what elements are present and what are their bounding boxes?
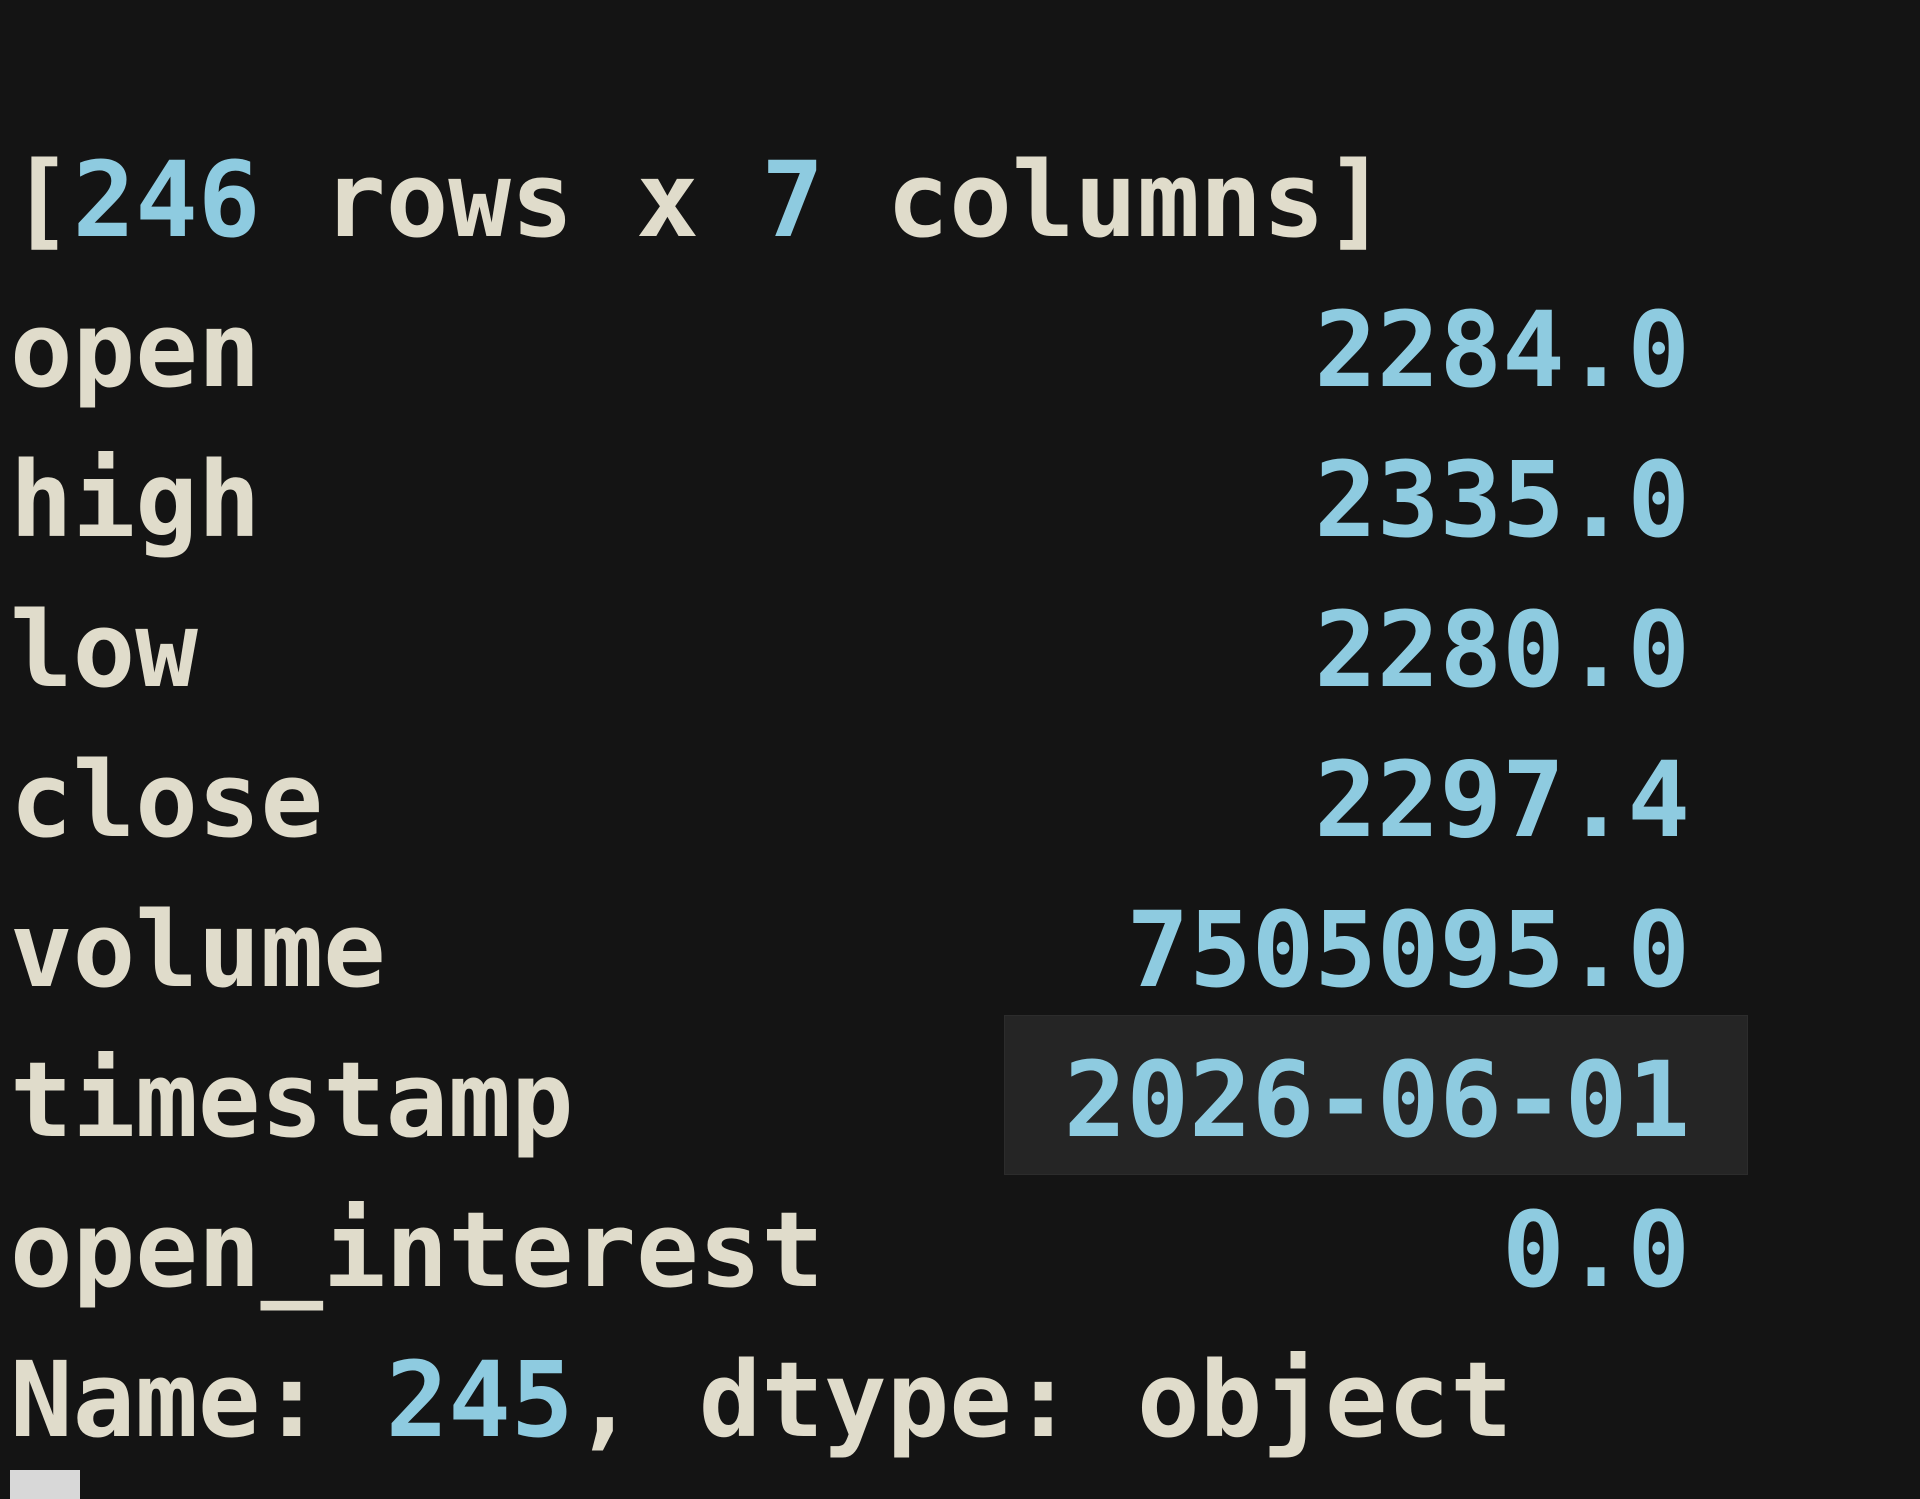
bracket-open: [ (10, 139, 73, 261)
field-name: low (10, 589, 198, 711)
columns-label: columns (824, 139, 1325, 261)
field-name: close (10, 739, 324, 861)
field-name: open (10, 289, 261, 411)
field-name: timestamp (10, 1039, 574, 1161)
rows-label: rows x (260, 139, 762, 261)
series-row-close: close 2297.4 (10, 725, 1690, 875)
row-count: 246 (72, 139, 261, 261)
series-footer: Name: 245, dtype: object (10, 1325, 1513, 1475)
field-name: high (10, 439, 261, 561)
dtype-label: , dtype: object (573, 1339, 1513, 1461)
field-name: open_interest (10, 1189, 824, 1311)
field-value: 2297.4 (1314, 739, 1690, 861)
series-row-timestamp[interactable]: timestamp 2026-06-01 (10, 1025, 1690, 1175)
dataframe-shape-summary: [246 rows x 7 columns] (10, 125, 1388, 275)
text-cursor (10, 1470, 80, 1499)
field-value: 7505095.0 (1126, 889, 1690, 1011)
series-row-open-interest: open_interest 0.0 (10, 1175, 1690, 1325)
series-row-volume: volume 7505095.0 (10, 875, 1690, 1025)
column-count: 7 (761, 139, 824, 261)
name-value: 245 (385, 1339, 574, 1461)
series-row-high: high 2335.0 (10, 425, 1690, 575)
field-value: 0.0 (1502, 1189, 1690, 1311)
field-value: 2335.0 (1314, 439, 1690, 561)
field-value[interactable]: 2026-06-01 (1064, 1025, 1690, 1175)
terminal-output[interactable]: [246 rows x 7 columns] open 2284.0 high … (0, 0, 1920, 1499)
bracket-close: ] (1324, 139, 1388, 261)
field-value: 2284.0 (1314, 289, 1690, 411)
field-value: 2280.0 (1314, 589, 1690, 711)
name-label: Name: (10, 1339, 386, 1461)
series-row-low: low 2280.0 (10, 575, 1690, 725)
series-row-open: open 2284.0 (10, 275, 1690, 425)
field-name: volume (10, 889, 386, 1011)
